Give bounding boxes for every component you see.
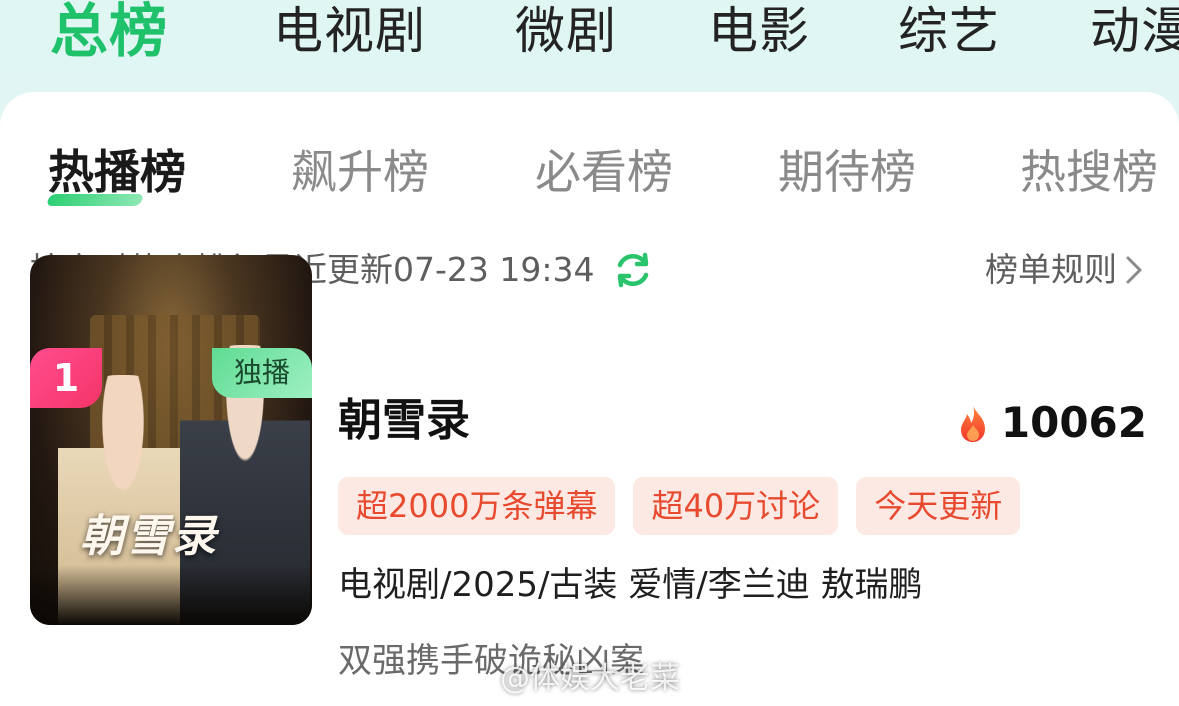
- heat-score: 10062: [957, 396, 1147, 450]
- subtab-rising[interactable]: 飙升榜: [291, 142, 429, 202]
- poster-bottom-fade: [30, 565, 312, 625]
- tag-discussion: 超40万讨论: [633, 477, 839, 535]
- show-tags: 超2000万条弹幕 超40万讨论 今天更新: [338, 477, 1038, 535]
- tab-variety[interactable]: 综艺: [898, 0, 1000, 62]
- exclusive-badge: 独播: [212, 348, 312, 398]
- tab-tv-series[interactable]: 电视剧: [273, 0, 426, 62]
- poster-title-art: 朝雪录: [80, 511, 218, 562]
- tab-micro-drama[interactable]: 微剧: [515, 0, 617, 62]
- rules-link[interactable]: 榜单规则: [985, 247, 1143, 293]
- subtab-anticipated[interactable]: 期待榜: [778, 142, 916, 202]
- refresh-icon[interactable]: [612, 249, 654, 291]
- tab-anime[interactable]: 动漫: [1090, 0, 1179, 62]
- tab-all[interactable]: 总榜: [50, 0, 168, 62]
- tag-updated-today: 今天更新: [856, 477, 1021, 535]
- rank-badge: 1: [30, 348, 102, 408]
- subtab-must-watch[interactable]: 必看榜: [535, 142, 673, 202]
- subtab-hot-search[interactable]: 热搜榜: [1020, 142, 1158, 202]
- category-tab-bar: 总榜 电视剧 微剧 电影 综艺 动漫: [0, 0, 1179, 92]
- watermark: @体娱大老菜: [500, 661, 680, 696]
- active-tab-indicator: [45, 194, 145, 206]
- show-poster[interactable]: 朝雪录: [30, 255, 312, 625]
- show-title[interactable]: 朝雪录: [338, 392, 470, 450]
- tab-movie[interactable]: 电影: [708, 0, 810, 62]
- show-meta: 电视剧/2025/古装 爱情/李兰迪 敖瑞鹏: [338, 565, 923, 605]
- tag-danmaku: 超2000万条弹幕: [338, 477, 616, 535]
- subtab-hot-playing[interactable]: 热播榜: [48, 142, 186, 202]
- rules-label: 榜单规则: [985, 250, 1117, 289]
- heat-value: 10062: [1000, 398, 1147, 447]
- flame-icon: [960, 405, 985, 442]
- chevron-right-icon: [1126, 256, 1142, 284]
